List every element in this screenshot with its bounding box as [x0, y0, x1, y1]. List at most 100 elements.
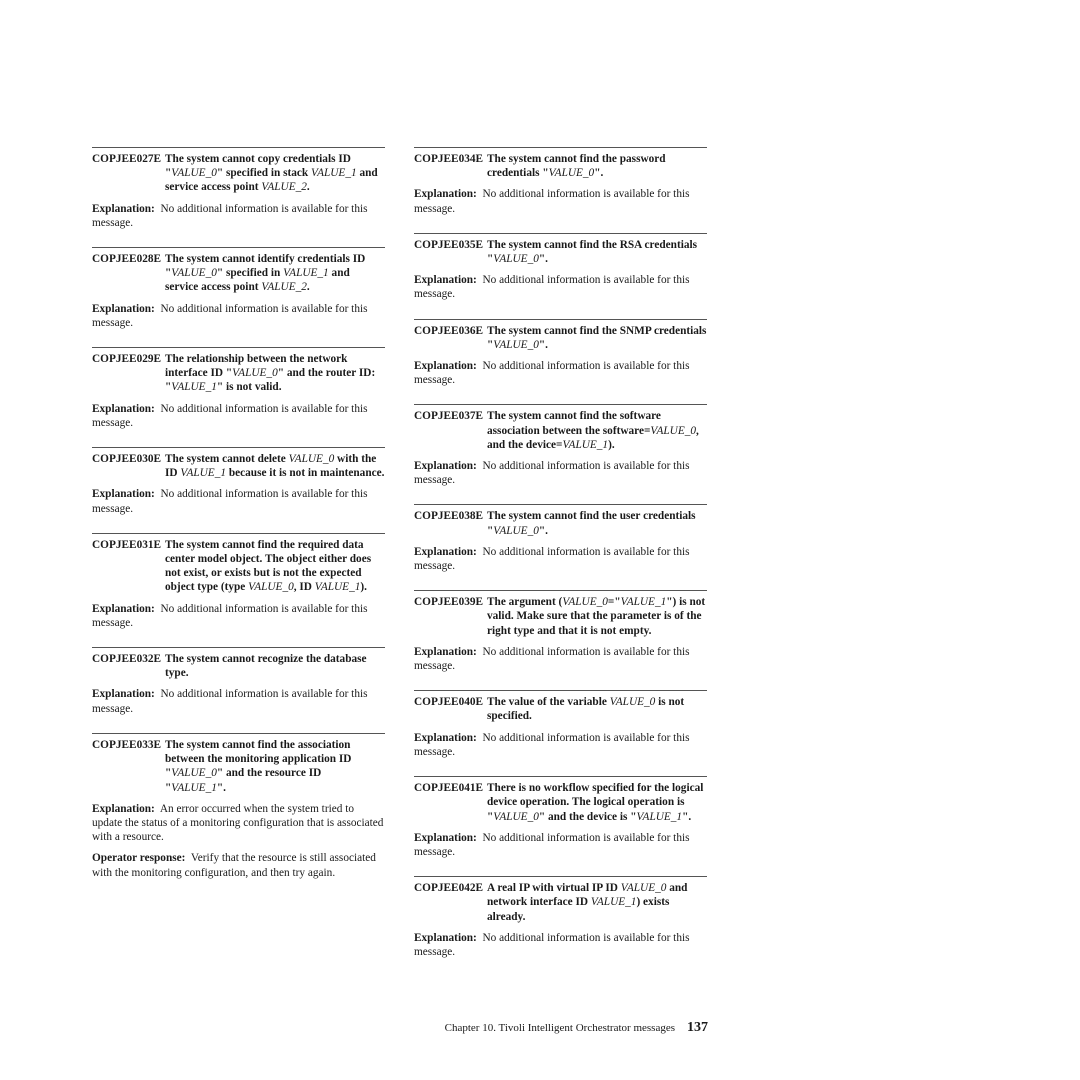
message-text: There is no workflow specified for the l…	[487, 781, 707, 824]
message-entry: COPJEE040E The value of the variable VALU…	[414, 690, 707, 759]
variable-placeholder: VALUE_0	[171, 767, 217, 780]
message-code: COPJEE041E	[414, 782, 484, 795]
message-heading: COPJEE029E The relationship between the n…	[92, 352, 385, 395]
variable-placeholder: VALUE_0	[493, 810, 539, 823]
message-code: COPJEE031E	[92, 538, 162, 551]
message-text: The system cannot recognize the database…	[165, 652, 385, 680]
message-text: The system cannot identify credentials I…	[165, 252, 385, 295]
message-code: COPJEE027E	[92, 153, 162, 165]
message-code: COPJEE029E	[92, 353, 162, 366]
message-text-fragment: " specified in	[216, 267, 284, 280]
variable-placeholder: VALUE_0	[232, 367, 278, 380]
message-text: The system cannot find the user credenti…	[487, 509, 707, 537]
explanation: Explanation: No additional information i…	[414, 359, 707, 387]
variable-placeholder: VALUE_2	[261, 181, 307, 194]
left-column: COPJEE027E The system cannot copy credent…	[92, 147, 385, 897]
message-text-fragment: " is not valid.	[216, 381, 282, 394]
message-entry: COPJEE028E The system cannot identify cre…	[92, 247, 385, 330]
variable-placeholder: VALUE_1	[562, 438, 609, 451]
message-text-fragment: .	[306, 281, 310, 294]
variable-placeholder: VALUE_1	[620, 596, 667, 609]
message-text-fragment: , ID	[293, 581, 315, 594]
variable-placeholder: VALUE_1	[311, 167, 357, 180]
message-code: COPJEE033E	[92, 738, 162, 751]
message-heading: COPJEE040E The value of the variable VALU…	[414, 695, 707, 723]
message-text-fragment: ".	[538, 338, 548, 351]
section-label: Explanation:	[92, 302, 155, 315]
message-text: The system cannot find the required data…	[165, 538, 385, 595]
explanation: Explanation: No additional information i…	[414, 831, 707, 859]
message-heading: COPJEE031E The system cannot find the req…	[92, 538, 385, 595]
message-text: The relationship between the network int…	[165, 352, 385, 395]
variable-placeholder: VALUE_0	[493, 253, 539, 266]
message-heading: COPJEE028E The system cannot identify cre…	[92, 252, 385, 295]
message-code: COPJEE035E	[414, 238, 484, 251]
message-entry: COPJEE039E The argument (VALUE_0="VALUE_1…	[414, 590, 707, 673]
operator-response: Operator response: Verify that the resou…	[92, 851, 385, 879]
message-code: COPJEE040E	[414, 696, 484, 709]
message-code: COPJEE034E	[414, 153, 484, 165]
message-heading: COPJEE042E A real IP with virtual IP ID V…	[414, 881, 707, 924]
section-label: Explanation:	[414, 831, 477, 844]
message-text: The system cannot find the password cred…	[487, 152, 707, 180]
message-text-fragment: ".	[216, 781, 226, 794]
message-entry: COPJEE036E The system cannot find the SNM…	[414, 318, 707, 388]
section-label: Explanation:	[414, 645, 477, 658]
explanation: Explanation: No additional information i…	[92, 202, 385, 230]
message-heading: COPJEE036E The system cannot find the SNM…	[414, 324, 707, 352]
variable-placeholder: VALUE_0	[493, 524, 539, 537]
message-text-fragment: ".	[538, 253, 548, 266]
message-text-fragment: because it is not in maintenance.	[226, 467, 385, 480]
section-label: Explanation:	[414, 731, 477, 744]
explanation: Explanation: No additional information i…	[92, 302, 385, 330]
variable-placeholder: VALUE_0	[493, 338, 539, 351]
message-code: COPJEE028E	[92, 253, 162, 266]
message-code: COPJEE037E	[414, 410, 484, 423]
explanation: Explanation: An error occurred when the …	[92, 802, 385, 845]
message-entry: COPJEE037E The system cannot find the sof…	[414, 404, 707, 487]
explanation: Explanation: No additional information i…	[92, 402, 385, 430]
variable-placeholder: VALUE_0	[562, 596, 608, 609]
section-label: Explanation:	[92, 488, 155, 501]
message-text-fragment: " specified in stack	[216, 167, 312, 180]
variable-placeholder: VALUE_0	[171, 267, 217, 280]
message-heading: COPJEE041E There is no workflow specified…	[414, 781, 707, 824]
message-entry: COPJEE033E The system cannot find the ass…	[92, 732, 385, 880]
explanation: Explanation: No additional information i…	[92, 687, 385, 715]
message-text: The system cannot copy credentials ID "V…	[165, 152, 385, 195]
message-entry: COPJEE035E The system cannot find the RSA…	[414, 232, 707, 302]
message-entry: COPJEE029E The relationship between the n…	[92, 347, 385, 430]
message-text-fragment: ).	[608, 438, 615, 451]
message-text-fragment: .	[306, 181, 310, 194]
message-text: The system cannot delete VALUE_0 with th…	[165, 452, 385, 480]
message-entry: COPJEE027E The system cannot copy credent…	[92, 147, 385, 230]
variable-placeholder: VALUE_0	[548, 167, 595, 180]
message-heading: COPJEE032E The system cannot recognize th…	[92, 652, 385, 680]
message-text-fragment: " and the device is "	[538, 810, 637, 823]
section-label: Explanation:	[92, 688, 155, 701]
variable-placeholder: VALUE_1	[171, 381, 217, 394]
section-label: Operator response:	[92, 852, 186, 865]
message-text: The argument (VALUE_0="VALUE_1") is not …	[487, 595, 707, 638]
message-text: The system cannot find the software asso…	[487, 409, 707, 452]
message-text-fragment: ".	[682, 810, 692, 823]
section-label: Explanation:	[414, 931, 477, 944]
variable-placeholder: VALUE_0	[650, 424, 697, 437]
variable-placeholder: VALUE_1	[636, 810, 683, 823]
message-text-fragment: ).	[360, 581, 367, 594]
message-heading: COPJEE034E The system cannot find the pas…	[414, 152, 707, 180]
section-label: Explanation:	[92, 202, 155, 215]
section-label: Explanation:	[414, 188, 477, 201]
message-text-fragment: ="	[607, 596, 621, 609]
explanation: Explanation: No additional information i…	[92, 602, 385, 630]
variable-placeholder: VALUE_1	[314, 581, 361, 594]
explanation: Explanation: No additional information i…	[414, 731, 707, 759]
message-text: The system cannot find the SNMP credenti…	[487, 324, 707, 352]
section-label: Explanation:	[414, 545, 477, 558]
variable-placeholder: VALUE_1	[590, 896, 637, 909]
explanation: Explanation: No additional information i…	[414, 931, 707, 959]
message-text-fragment: The argument (	[487, 596, 563, 609]
section-label: Explanation:	[414, 460, 477, 473]
message-heading: COPJEE027E The system cannot copy credent…	[92, 152, 385, 195]
message-text: The system cannot find the RSA credentia…	[487, 238, 707, 266]
